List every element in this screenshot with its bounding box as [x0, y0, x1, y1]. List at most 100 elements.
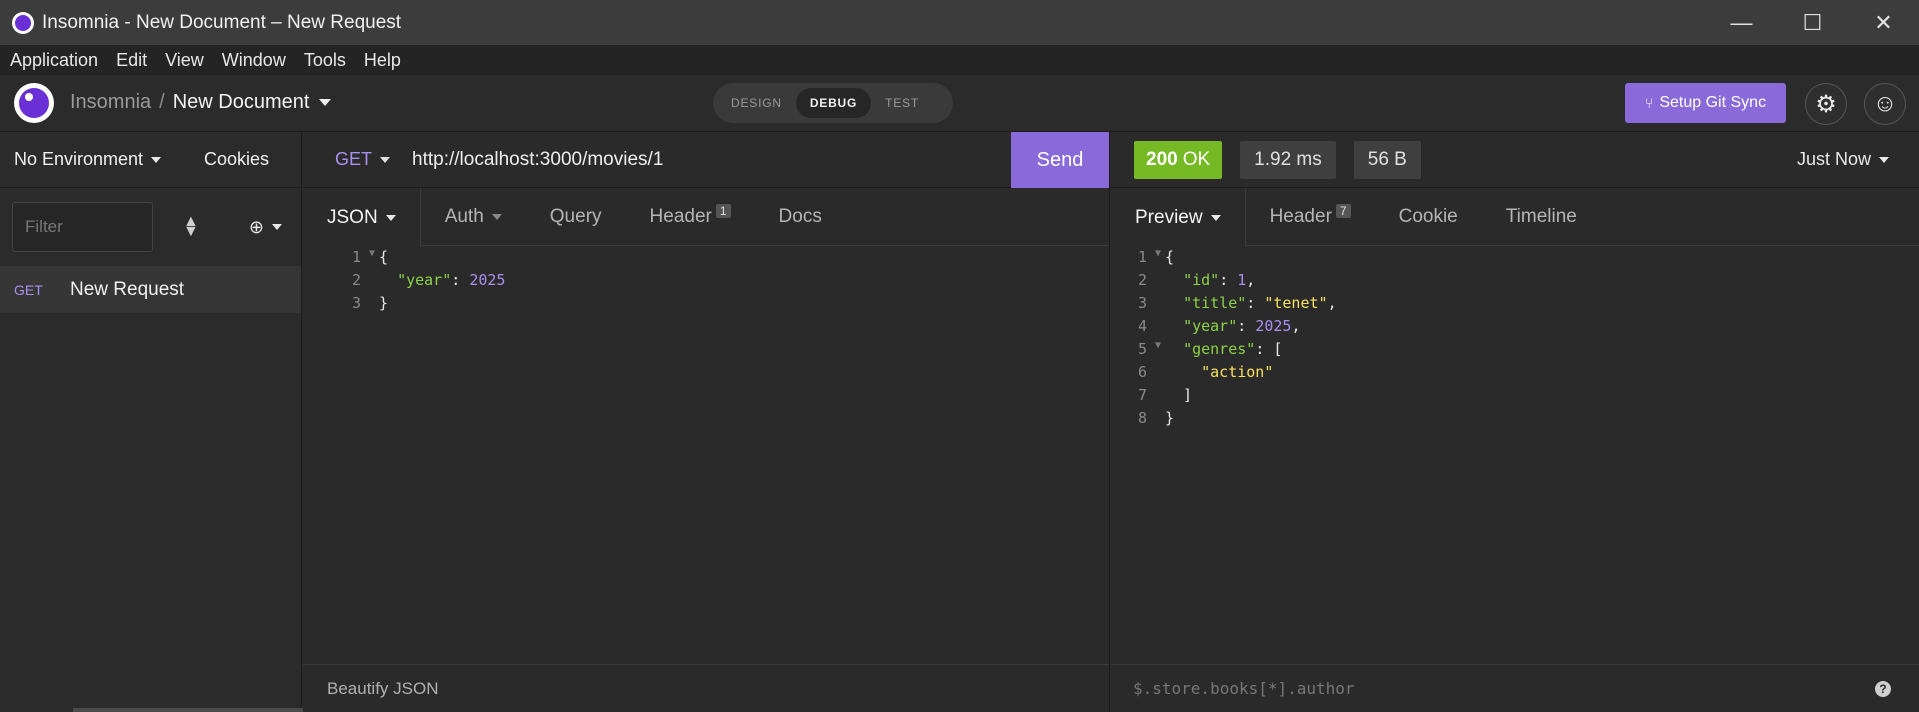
json-key: "id"	[1183, 271, 1220, 289]
code-text: {	[1165, 248, 1175, 266]
breadcrumb-workspace[interactable]: Insomnia	[70, 91, 151, 114]
response-filter-input[interactable]: $.store.books[*].author ?	[1111, 664, 1919, 712]
code-line: 5 ▼ "genres": [	[1111, 340, 1919, 363]
tab-json-label: JSON	[327, 206, 378, 228]
json-colon: :	[451, 271, 470, 289]
code-line: 4 "year": 2025,	[1111, 317, 1919, 340]
environment-label: No Environment	[14, 149, 144, 169]
code-text: }	[379, 294, 389, 312]
account-button[interactable]: ☺	[1864, 83, 1906, 125]
fold-icon[interactable]: ▼	[1151, 340, 1165, 363]
fold-icon[interactable]: ▼	[1151, 248, 1165, 271]
tab-timeline-label: Timeline	[1505, 206, 1577, 227]
response-time: 1.92 ms	[1240, 140, 1336, 179]
cookies-button[interactable]: Cookies	[204, 149, 269, 170]
tab-design[interactable]: DESIGN	[717, 88, 796, 118]
app-header: Insomnia / New Document DESIGN DEBUG TES…	[0, 75, 1919, 132]
code-text: }	[1165, 409, 1175, 427]
json-key: "title"	[1183, 294, 1247, 312]
line-number: 2	[351, 271, 361, 289]
tab-query[interactable]: Query	[526, 188, 626, 246]
chevron-down-icon[interactable]	[319, 99, 332, 106]
tab-docs[interactable]: Docs	[755, 188, 846, 246]
tab-debug[interactable]: DEBUG	[795, 88, 872, 118]
menu-bar: Application Edit View Window Tools Help	[0, 45, 1919, 75]
environment-selector[interactable]: No Environment	[14, 149, 162, 170]
chevron-down-icon	[151, 156, 162, 163]
menu-help[interactable]: Help	[364, 50, 401, 71]
header-count-badge: 1	[715, 204, 731, 218]
chevron-down-icon	[380, 156, 391, 163]
code-text: "year": 2025	[379, 271, 505, 294]
tab-preview-label: Preview	[1135, 206, 1203, 228]
sort-icon[interactable]: ▲ ▼	[183, 214, 199, 240]
code-text: "action"	[1165, 363, 1273, 386]
help-icon[interactable]: ?	[1875, 680, 1891, 697]
json-string: "action"	[1201, 363, 1274, 381]
menu-tools[interactable]: Tools	[304, 50, 346, 71]
send-button[interactable]: Send	[1011, 132, 1109, 188]
menu-application[interactable]: Application	[10, 50, 98, 71]
query-placeholder: $.store.books[*].author	[1133, 679, 1355, 698]
breadcrumb-separator: /	[159, 91, 165, 113]
json-key: "year"	[1183, 317, 1238, 335]
code-text: {	[379, 248, 389, 266]
menu-window[interactable]: Window	[222, 50, 286, 71]
response-header-count-badge: 7	[1335, 204, 1351, 218]
code-line: 2 "year": 2025	[303, 271, 1109, 294]
tab-header-label: Header	[649, 206, 712, 227]
code-line: 3 }	[303, 294, 1109, 317]
beautify-json-button[interactable]: Beautify JSON	[303, 664, 1109, 712]
fold-icon[interactable]: ▼	[365, 248, 379, 271]
chevron-down-icon	[491, 214, 502, 220]
window-controls: — ☐ ✕	[1706, 0, 1919, 45]
tab-test[interactable]: TEST	[871, 88, 933, 118]
tab-cookie[interactable]: Cookie	[1375, 188, 1482, 246]
sidebar-request-item[interactable]: GET New Request	[0, 266, 301, 313]
request-body-editor[interactable]: 1 ▼ { 2 "year": 2025 3 }	[303, 248, 1109, 317]
tab-timeline[interactable]: Timeline	[1482, 188, 1601, 246]
request-method-badge: GET	[14, 281, 43, 298]
setup-git-sync-button[interactable]: ⑂ Setup Git Sync	[1625, 83, 1786, 123]
tab-header[interactable]: Header 1	[626, 188, 755, 246]
tab-json[interactable]: JSON	[303, 188, 421, 247]
method-selector[interactable]: GET	[335, 149, 391, 170]
tab-preview[interactable]: Preview	[1111, 188, 1246, 247]
chevron-down-icon	[1879, 156, 1889, 163]
git-branch-icon: ⑂	[1644, 95, 1654, 111]
line-number: 2	[1137, 271, 1147, 289]
line-number: 4	[1137, 317, 1147, 335]
close-button[interactable]: ✕	[1848, 0, 1919, 45]
sidebar: No Environment Cookies ▲▼ ⊕ GET New Requ…	[0, 132, 588, 712]
user-icon: ☺	[1872, 90, 1898, 117]
status-code: 200	[1146, 148, 1178, 170]
filter-input[interactable]	[12, 202, 153, 252]
app-logo-icon[interactable]	[14, 83, 54, 123]
history-selector[interactable]: Just Now	[1797, 149, 1889, 170]
code-text: "id": 1,	[1183, 271, 1256, 289]
minimize-button[interactable]: —	[1706, 0, 1777, 45]
tab-response-header[interactable]: Header 7	[1246, 188, 1375, 246]
menu-view[interactable]: View	[165, 50, 204, 71]
response-preview[interactable]: 1 ▼ { 2 "id": 1, 3 "title": "tenet", 4 "…	[1111, 248, 1919, 432]
breadcrumb-document[interactable]: New Document	[173, 91, 310, 114]
add-request-button[interactable]: ⊕	[249, 217, 282, 238]
line-number: 3	[1137, 294, 1147, 312]
maximize-button[interactable]: ☐	[1777, 0, 1848, 45]
response-pane: 200 OK 1.92 ms 56 B Just Now Preview Hea…	[1111, 132, 1919, 712]
settings-button[interactable]: ⚙	[1805, 83, 1847, 125]
menu-edit[interactable]: Edit	[116, 50, 147, 71]
url-input[interactable]: http://localhost:3000/movies/1	[412, 149, 663, 171]
window-title: Insomnia - New Document – New Request	[42, 11, 402, 33]
chevron-down-icon	[385, 214, 396, 221]
response-size: 56 B	[1353, 140, 1421, 179]
status-text: OK	[1182, 148, 1211, 170]
tab-docs-label: Docs	[778, 206, 822, 227]
tab-auth[interactable]: Auth	[421, 188, 526, 246]
response-tabs: Preview Header 7 Cookie Timeline	[1111, 188, 1919, 247]
code-line: 7 ]	[1111, 386, 1919, 409]
json-number: 2025	[469, 271, 506, 289]
status-badge: 200 OK	[1134, 140, 1223, 179]
plus-circle-icon: ⊕	[248, 216, 264, 237]
json-string: "tenet"	[1264, 294, 1328, 312]
